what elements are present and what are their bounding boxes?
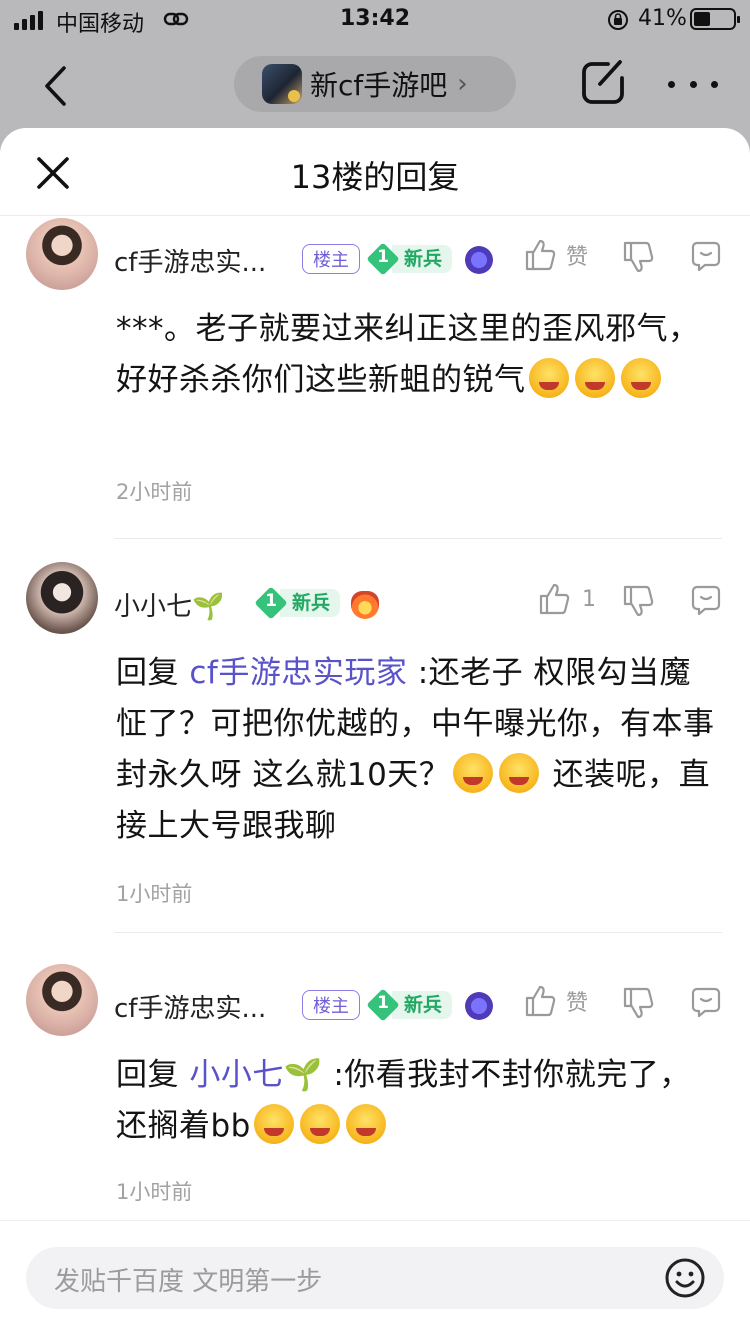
reply-input[interactable]: 发贴千百度 文明第一步 (26, 1247, 724, 1309)
laughing-emoji-icon (453, 753, 494, 793)
thumbs-down-icon[interactable] (622, 240, 654, 274)
owner-badge: 楼主 (302, 244, 360, 274)
like-label: 赞 (566, 245, 589, 270)
reply-time: 2小时前 (116, 480, 193, 504)
avatar[interactable] (26, 964, 98, 1036)
reply-time: 1小时前 (116, 1180, 193, 1204)
battery-percent: 41% (638, 6, 687, 31)
username[interactable]: 小小七🌱 (114, 586, 224, 623)
battery-icon (690, 8, 740, 30)
reply-prefix: 回复 (116, 655, 179, 691)
level-label: 新兵 (392, 991, 453, 1019)
level-label: 新兵 (280, 589, 341, 617)
reply-input-bar: 发贴千百度 文明第一步 (0, 1220, 750, 1334)
orientation-lock-icon (608, 10, 628, 30)
emoji-picker-icon[interactable] (664, 1257, 706, 1299)
level-badge: 1 新兵 (366, 242, 453, 276)
smile-emoji-icon (299, 1104, 340, 1144)
smile-emoji-icon (345, 1104, 386, 1144)
like-button[interactable]: 1 (538, 582, 596, 616)
chevron-right-icon: › (457, 69, 468, 99)
reply-time: 1小时前 (116, 882, 193, 906)
thumbs-up-icon (525, 239, 556, 271)
sheet-header: 13楼的回复 (0, 128, 750, 216)
back-button[interactable] (30, 58, 80, 114)
like-count: 1 (582, 586, 596, 612)
mention-link[interactable]: cf手游忠实玩家 (189, 655, 407, 691)
like-button[interactable]: 赞 (524, 984, 588, 1018)
divider (114, 538, 722, 539)
reply-sheet: 13楼的回复 cf手游忠实... 楼主 1 新兵 赞 ***。老子就要过来纠正这… (0, 128, 750, 1334)
laughing-emoji-icon (620, 358, 661, 398)
top-nav: 新cf手游吧 › (0, 48, 750, 124)
chevron-left-icon (45, 66, 66, 106)
thumbs-down-icon[interactable] (622, 986, 654, 1020)
divider (114, 932, 722, 933)
like-label: 赞 (566, 991, 589, 1016)
comment-icon[interactable] (690, 986, 722, 1018)
forum-avatar (262, 64, 302, 104)
username[interactable]: cf手游忠实... (114, 988, 266, 1025)
laughing-emoji-icon (528, 358, 569, 398)
mention-link[interactable]: 小小七🌱 (189, 1057, 323, 1093)
fire-medal-icon (351, 591, 379, 619)
level-number: 1 (377, 247, 389, 267)
smile-emoji-icon (253, 1104, 294, 1144)
battery-level-fill (694, 12, 710, 26)
reply-text: ***。老子就要过来纠正这里的歪风邪气，好好杀杀你们这些新蛆的锐气 (116, 304, 722, 406)
level-badge: 1 新兵 (254, 586, 341, 620)
reply-prefix: 回复 (116, 1057, 179, 1093)
level-number: 1 (265, 591, 277, 611)
comment-icon[interactable] (690, 240, 722, 272)
laughing-emoji-icon (574, 358, 615, 398)
avatar[interactable] (26, 562, 98, 634)
owner-badge: 楼主 (302, 990, 360, 1020)
status-bar: 中国移动 13:42 41% (0, 0, 750, 40)
level-badge: 1 新兵 (366, 988, 453, 1022)
forum-entry-button[interactable]: 新cf手游吧 › (234, 56, 516, 112)
more-options-button[interactable] (668, 62, 718, 106)
thumbs-down-icon[interactable] (622, 584, 654, 618)
thumbs-up-icon (525, 985, 556, 1017)
comment-icon[interactable] (690, 584, 722, 616)
sheet-title: 13楼的回复 (290, 158, 460, 196)
forum-name: 新cf手游吧 (310, 69, 448, 102)
purple-medal-icon (465, 246, 493, 274)
level-label: 新兵 (392, 245, 453, 273)
input-placeholder: 发贴千百度 文明第一步 (54, 1267, 323, 1297)
yum-emoji-icon (499, 753, 540, 793)
purple-medal-icon (465, 992, 493, 1020)
level-number: 1 (377, 993, 389, 1013)
reply-text: 回复 cf手游忠实玩家 :还老子 权限勾当魔怔了？可把你优越的，中午曝光你，有本… (116, 648, 722, 852)
avatar[interactable] (26, 218, 98, 290)
username[interactable]: cf手游忠实... (114, 242, 266, 279)
like-button[interactable]: 赞 (524, 238, 588, 272)
thumbs-up-icon (539, 583, 570, 615)
reply-text: 回复 小小七🌱 :你看我封不封你就完了，还搁着bb (116, 1050, 722, 1152)
edit-post-icon[interactable] (578, 58, 628, 108)
